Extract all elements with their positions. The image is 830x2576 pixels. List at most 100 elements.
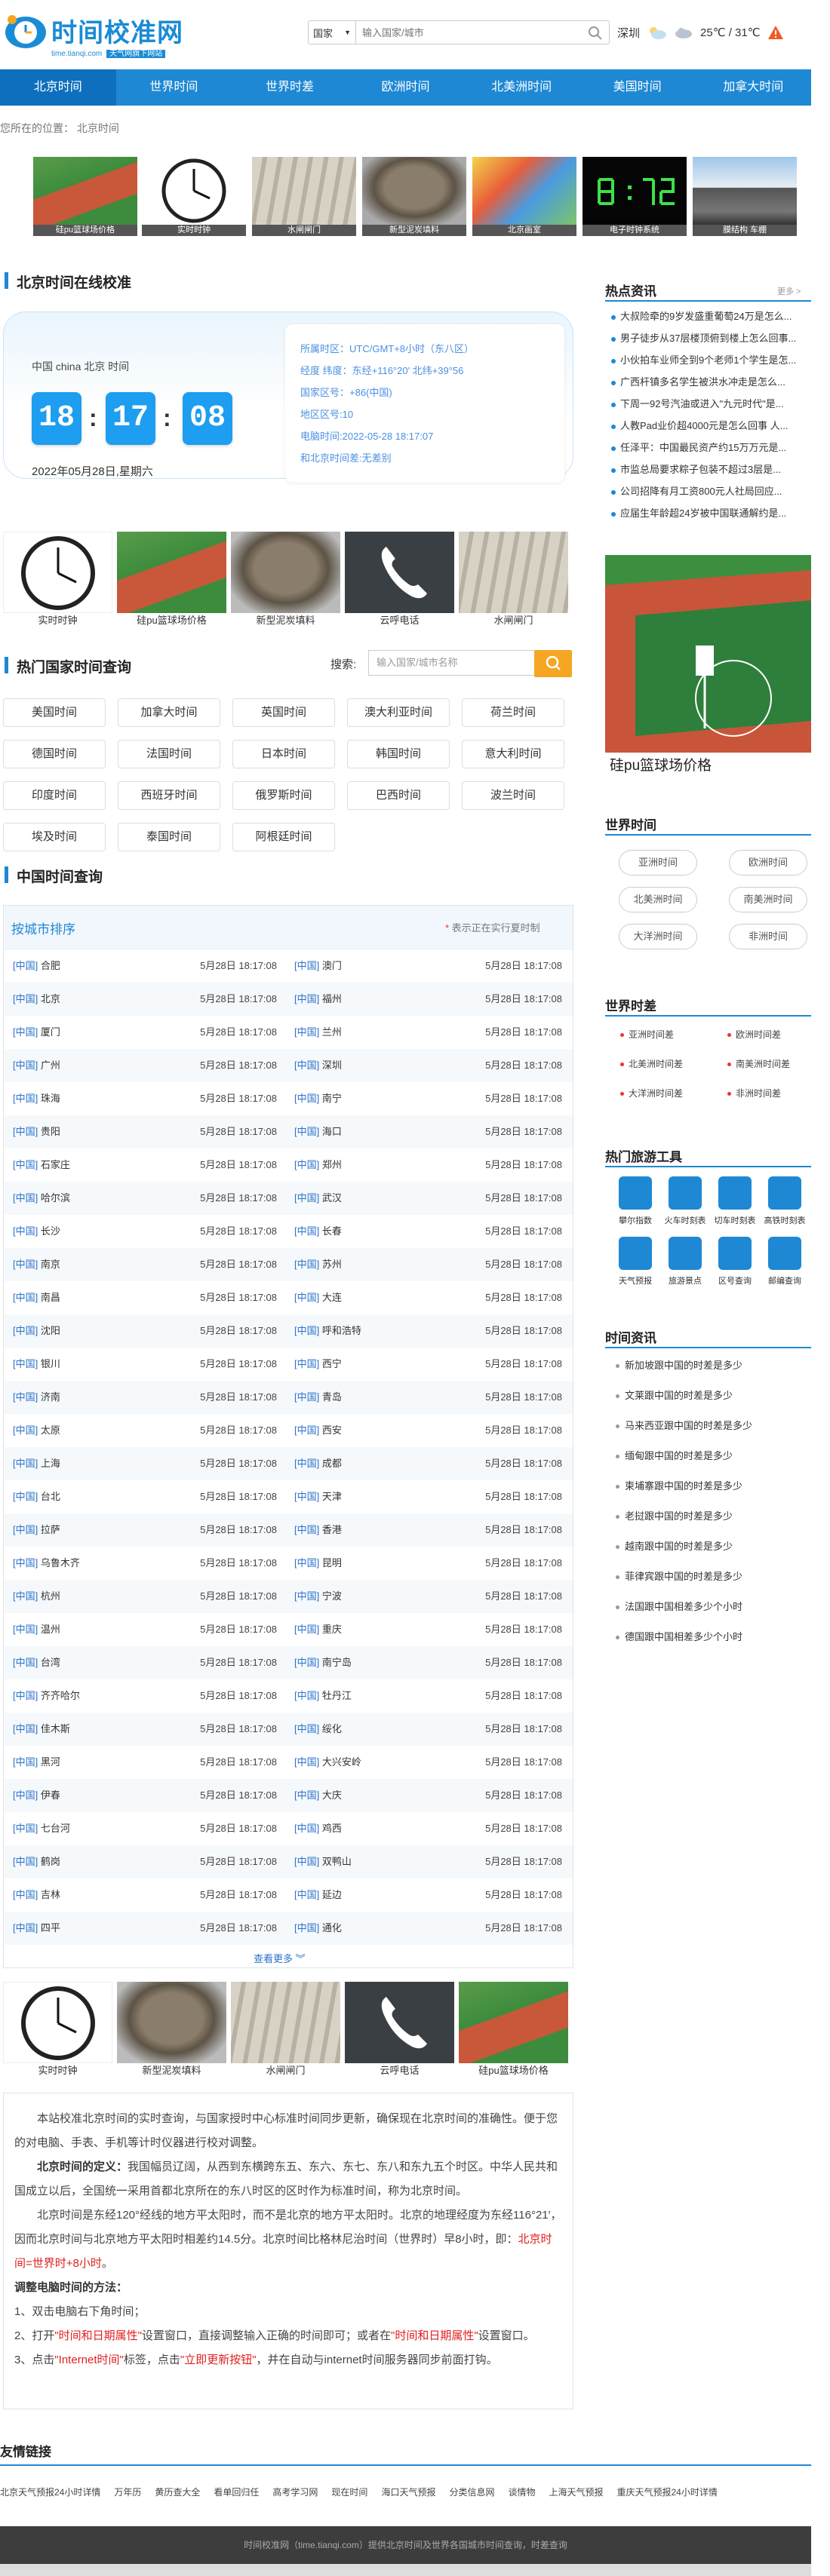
world-diff-link[interactable]: 欧洲时间差	[727, 1028, 781, 1041]
time-news-item[interactable]: 越南跟中国的时差是多少	[616, 1538, 733, 1553]
nav-world-time[interactable]: 世界时间	[116, 69, 232, 106]
city-time-cell[interactable]: [中国] 重庆 5月28日 18:17:08	[294, 1613, 562, 1646]
ad-thumb[interactable]: 水闸闸门	[252, 157, 356, 236]
see-more-link[interactable]: 查看更多 ︾	[254, 1951, 306, 1965]
tool-train-schedule[interactable]: 火车时刻表	[662, 1176, 708, 1232]
nav-europe-time[interactable]: 欧洲时间	[348, 69, 464, 106]
world-diff-link[interactable]: 大洋洲时间差	[620, 1087, 683, 1099]
city-time-cell[interactable]: [中国] 宁波 5月28日 18:17:08	[294, 1580, 562, 1613]
friend-link[interactable]: 上海天气预报	[549, 2486, 603, 2498]
sort-by-city-tab[interactable]: 按城市排序	[11, 918, 75, 937]
city-time-cell[interactable]: [中国] 南昌 5月28日 18:17:08	[13, 1281, 277, 1314]
time-news-item[interactable]: 缅甸跟中国的时差是多少	[616, 1448, 733, 1462]
tool-bus-schedule[interactable]: 切车时刻表	[712, 1176, 758, 1232]
city-search-box[interactable]	[356, 20, 610, 44]
ad-thumb[interactable]: 新型泥炭填料	[117, 1982, 226, 2078]
city-time-cell[interactable]: [中国] 鸡西 5月28日 18:17:08	[294, 1812, 562, 1845]
city-time-cell[interactable]: [中国] 兰州 5月28日 18:17:08	[294, 1016, 562, 1049]
city-time-cell[interactable]: [中国] 郑州 5月28日 18:17:08	[294, 1148, 562, 1182]
time-news-item[interactable]: 菲律宾跟中国的时差是多少	[616, 1569, 742, 1583]
city-time-cell[interactable]: [中国] 南京 5月28日 18:17:08	[13, 1248, 277, 1281]
city-time-cell[interactable]: [中国] 济南 5月28日 18:17:08	[13, 1381, 277, 1414]
city-time-cell[interactable]: [中国] 绥化 5月28日 18:17:08	[294, 1713, 562, 1746]
country-link[interactable]: 荷兰时间	[462, 698, 564, 727]
city-time-cell[interactable]: [中国] 北京 5月28日 18:17:08	[13, 983, 277, 1016]
friend-link[interactable]: 黄历查大全	[155, 2486, 200, 2498]
country-link[interactable]: 巴西时间	[347, 781, 450, 810]
tool-postcode[interactable]: 邮编查询	[762, 1237, 807, 1293]
city-time-cell[interactable]: [中国] 南宁 5月28日 18:17:08	[294, 1082, 562, 1115]
city-time-cell[interactable]: [中国] 西宁 5月28日 18:17:08	[294, 1348, 562, 1381]
ad-thumb[interactable]: 北京画室	[472, 157, 576, 236]
country-select[interactable]: 国家 ▼	[308, 20, 356, 44]
city-time-cell[interactable]: [中国] 武汉 5月28日 18:17:08	[294, 1182, 562, 1215]
country-link[interactable]: 泰国时间	[118, 823, 220, 851]
ad-thumb[interactable]: 实时时钟	[142, 157, 246, 236]
friend-link[interactable]: 看单回归任	[214, 2486, 259, 2498]
country-link[interactable]: 日本时间	[232, 740, 335, 768]
ad-thumb[interactable]: 云呼电话	[345, 1982, 454, 2078]
city-time-cell[interactable]: [中国] 通化 5月28日 18:17:08	[294, 1912, 562, 1945]
city-time-cell[interactable]: [中国] 双鸭山 5月28日 18:17:08	[294, 1845, 562, 1878]
friend-link[interactable]: 高考学习网	[272, 2486, 318, 2498]
city-time-cell[interactable]: [中国] 沈阳 5月28日 18:17:08	[13, 1314, 277, 1348]
horizontal-scrollbar[interactable]	[0, 2564, 811, 2576]
ad-thumb[interactable]: 实时时钟	[3, 1982, 112, 2078]
ad-thumb[interactable]: 新型泥炭填料	[362, 157, 466, 236]
country-link[interactable]: 法国时间	[118, 740, 220, 768]
tool-area-code[interactable]: 区号查询	[712, 1237, 758, 1293]
hot-news-item[interactable]: 人教Pad业价超4000元是怎么回事 人...	[611, 418, 811, 434]
friend-link[interactable]: 谈情物	[508, 2486, 535, 2498]
city-time-cell[interactable]: [中国] 齐齐哈尔 5月28日 18:17:08	[13, 1679, 277, 1713]
city-time-cell[interactable]: [中国] 鹤岗 5月28日 18:17:08	[13, 1845, 277, 1878]
city-time-cell[interactable]: [中国] 大庆 5月28日 18:17:08	[294, 1779, 562, 1812]
nav-beijing-time[interactable]: 北京时间	[0, 69, 116, 106]
world-time-button[interactable]: 欧洲时间	[729, 850, 807, 876]
country-link[interactable]: 澳大利亚时间	[347, 698, 450, 727]
city-time-cell[interactable]: [中国] 大兴安岭 5月28日 18:17:08	[294, 1746, 562, 1779]
country-search-button[interactable]	[534, 650, 572, 677]
country-link[interactable]: 英国时间	[232, 698, 335, 727]
country-link[interactable]: 美国时间	[3, 698, 106, 727]
time-news-item[interactable]: 法国跟中国相差多少个小时	[616, 1599, 742, 1613]
ad-thumb[interactable]: 云呼电话	[345, 532, 454, 628]
city-time-cell[interactable]: [中国] 澳门 5月28日 18:17:08	[294, 949, 562, 983]
friend-link[interactable]: 北京天气预报24小时详情	[0, 2486, 100, 2498]
ad-thumb[interactable]: 膜结构 车棚	[693, 157, 797, 236]
hot-news-item[interactable]: 公司招降有月工资800元人社局回应...	[611, 483, 811, 500]
city-time-cell[interactable]: [中国] 深圳 5月28日 18:17:08	[294, 1049, 562, 1082]
city-time-cell[interactable]: [中国] 台北 5月28日 18:17:08	[13, 1480, 277, 1513]
city-time-cell[interactable]: [中国] 银川 5月28日 18:17:08	[13, 1348, 277, 1381]
world-time-button[interactable]: 南美洲时间	[729, 887, 807, 912]
hot-news-item[interactable]: 任泽平：中国最民资产约15万万元是...	[611, 440, 811, 456]
hot-news-item[interactable]: 市监总局要求粽子包装不超过3层是...	[611, 462, 811, 478]
city-time-cell[interactable]: [中国] 厦门 5月28日 18:17:08	[13, 1016, 277, 1049]
city-time-cell[interactable]: [中国] 上海 5月28日 18:17:08	[13, 1447, 277, 1480]
city-time-cell[interactable]: [中国] 拉萨 5月28日 18:17:08	[13, 1513, 277, 1547]
world-time-button[interactable]: 非洲时间	[729, 924, 807, 949]
country-link[interactable]: 韩国时间	[347, 740, 450, 768]
city-time-cell[interactable]: [中国] 珠海 5月28日 18:17:08	[13, 1082, 277, 1115]
time-news-item[interactable]: 老挝跟中国的时差是多少	[616, 1508, 733, 1523]
ad-thumb[interactable]: 电子时钟系统	[583, 157, 687, 236]
hot-news-item[interactable]: 应届生年龄超24岁被中国联通解约是...	[611, 505, 811, 522]
time-news-item[interactable]: 柬埔寨跟中国的时差是多少	[616, 1478, 742, 1492]
city-time-cell[interactable]: [中国] 四平 5月28日 18:17:08	[13, 1912, 277, 1945]
ad-thumb[interactable]: 水闸闸门	[231, 1982, 340, 2078]
city-time-cell[interactable]: [中国] 天津 5月28日 18:17:08	[294, 1480, 562, 1513]
world-time-button[interactable]: 北美洲时间	[619, 887, 697, 912]
city-time-cell[interactable]: [中国] 佳木斯 5月28日 18:17:08	[13, 1713, 277, 1746]
time-news-item[interactable]: 德国跟中国相差多少个小时	[616, 1629, 742, 1643]
time-news-item[interactable]: 文莱跟中国的时差是多少	[616, 1388, 733, 1402]
city-time-cell[interactable]: [中国] 长沙 5月28日 18:17:08	[13, 1215, 277, 1248]
city-time-cell[interactable]: [中国] 香港 5月28日 18:17:08	[294, 1513, 562, 1547]
world-time-button[interactable]: 亚洲时间	[619, 850, 697, 876]
tool-weather-index[interactable]: 攀尔指数	[613, 1176, 658, 1232]
tool-scenic-spots[interactable]: 旅游景点	[662, 1237, 708, 1293]
hot-news-more-link[interactable]: 更多 >	[777, 285, 801, 297]
hot-news-item[interactable]: 下周一92号汽油或进入"九元时代"是...	[611, 396, 811, 412]
nav-north-america-time[interactable]: 北美洲时间	[463, 69, 579, 106]
friend-link[interactable]: 海口天气预报	[381, 2486, 435, 2498]
city-time-cell[interactable]: [中国] 大连 5月28日 18:17:08	[294, 1281, 562, 1314]
country-link[interactable]: 俄罗斯时间	[232, 781, 335, 810]
